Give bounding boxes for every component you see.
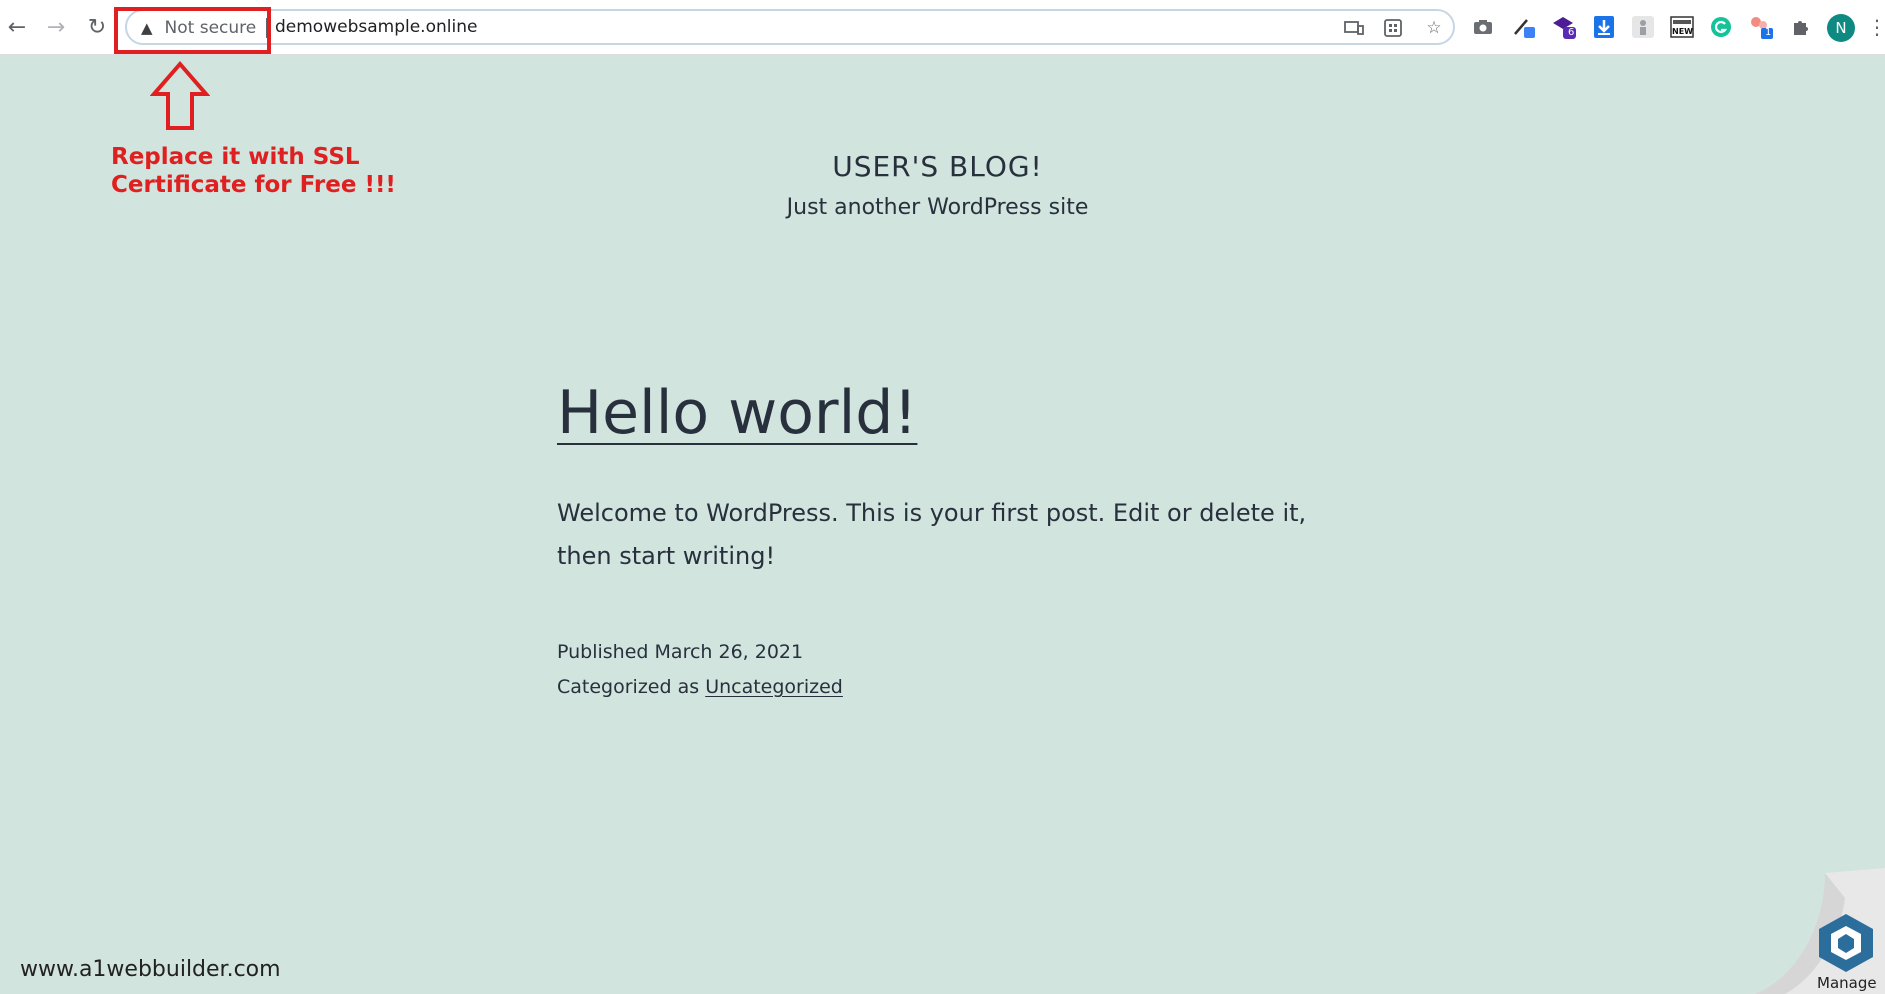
watermark-text: www.a1webbuilder.com [20,957,281,982]
site-title-link[interactable]: USER'S BLOG! [832,150,1043,183]
qr-code-icon[interactable] [1381,17,1405,39]
reload-icon[interactable]: ↻ [82,12,112,42]
new-badge: NEW [1672,27,1693,36]
post-body: Welcome to WordPress. This is your first… [557,499,1307,570]
browser-menu-icon[interactable]: ⋮ [1867,12,1885,42]
post-category-meta: Categorized as Uncategorized [557,676,843,698]
annotation-up-arrow-icon [150,60,210,130]
pen-tool-extension-icon[interactable] [1511,14,1537,40]
manage-cube-icon[interactable] [1815,912,1877,974]
extensions-puzzle-icon[interactable] [1788,14,1814,40]
published-date: March 26, 2021 [654,641,804,663]
profile-avatar[interactable]: N [1827,14,1855,42]
device-send-icon[interactable] [1342,17,1366,39]
url-text[interactable]: demowebsample.online [275,17,477,37]
extension-badge-count: 6 [1568,27,1575,38]
link-extension-icon[interactable]: 1 [1748,14,1774,40]
address-bar[interactable]: ▲ Not secure demowebsample.online ☆ [125,9,1455,45]
download-extension-icon[interactable] [1591,14,1617,40]
bookmark-star-icon[interactable]: ☆ [1422,17,1446,39]
news-extension-icon[interactable]: NEW [1669,14,1695,40]
site-title[interactable]: USER'S BLOG! [0,150,1875,183]
person-extension-icon[interactable] [1630,14,1656,40]
graduation-cap-extension-icon[interactable]: 6 [1551,14,1577,40]
category-link[interactable]: Uncategorized [705,676,843,698]
extension-badge-count-2: 1 [1765,27,1772,38]
post-published-meta: Published March 26, 2021 [557,641,803,663]
category-prefix: Categorized as [557,676,700,698]
manage-label[interactable]: Manage [1817,974,1877,992]
browser-toolbar: ← → ↻ ▲ Not secure demowebsample.online … [0,0,1885,55]
annotation-highlight-box [114,7,271,54]
back-arrow-icon[interactable]: ← [2,12,32,42]
screenshot-camera-icon[interactable] [1470,14,1496,40]
grammarly-icon[interactable] [1708,14,1734,40]
post-title-link[interactable]: Hello world! [557,378,917,448]
site-description: Just another WordPress site [786,195,1089,220]
published-prefix: Published [557,641,649,663]
forward-arrow-icon[interactable]: → [41,12,71,42]
